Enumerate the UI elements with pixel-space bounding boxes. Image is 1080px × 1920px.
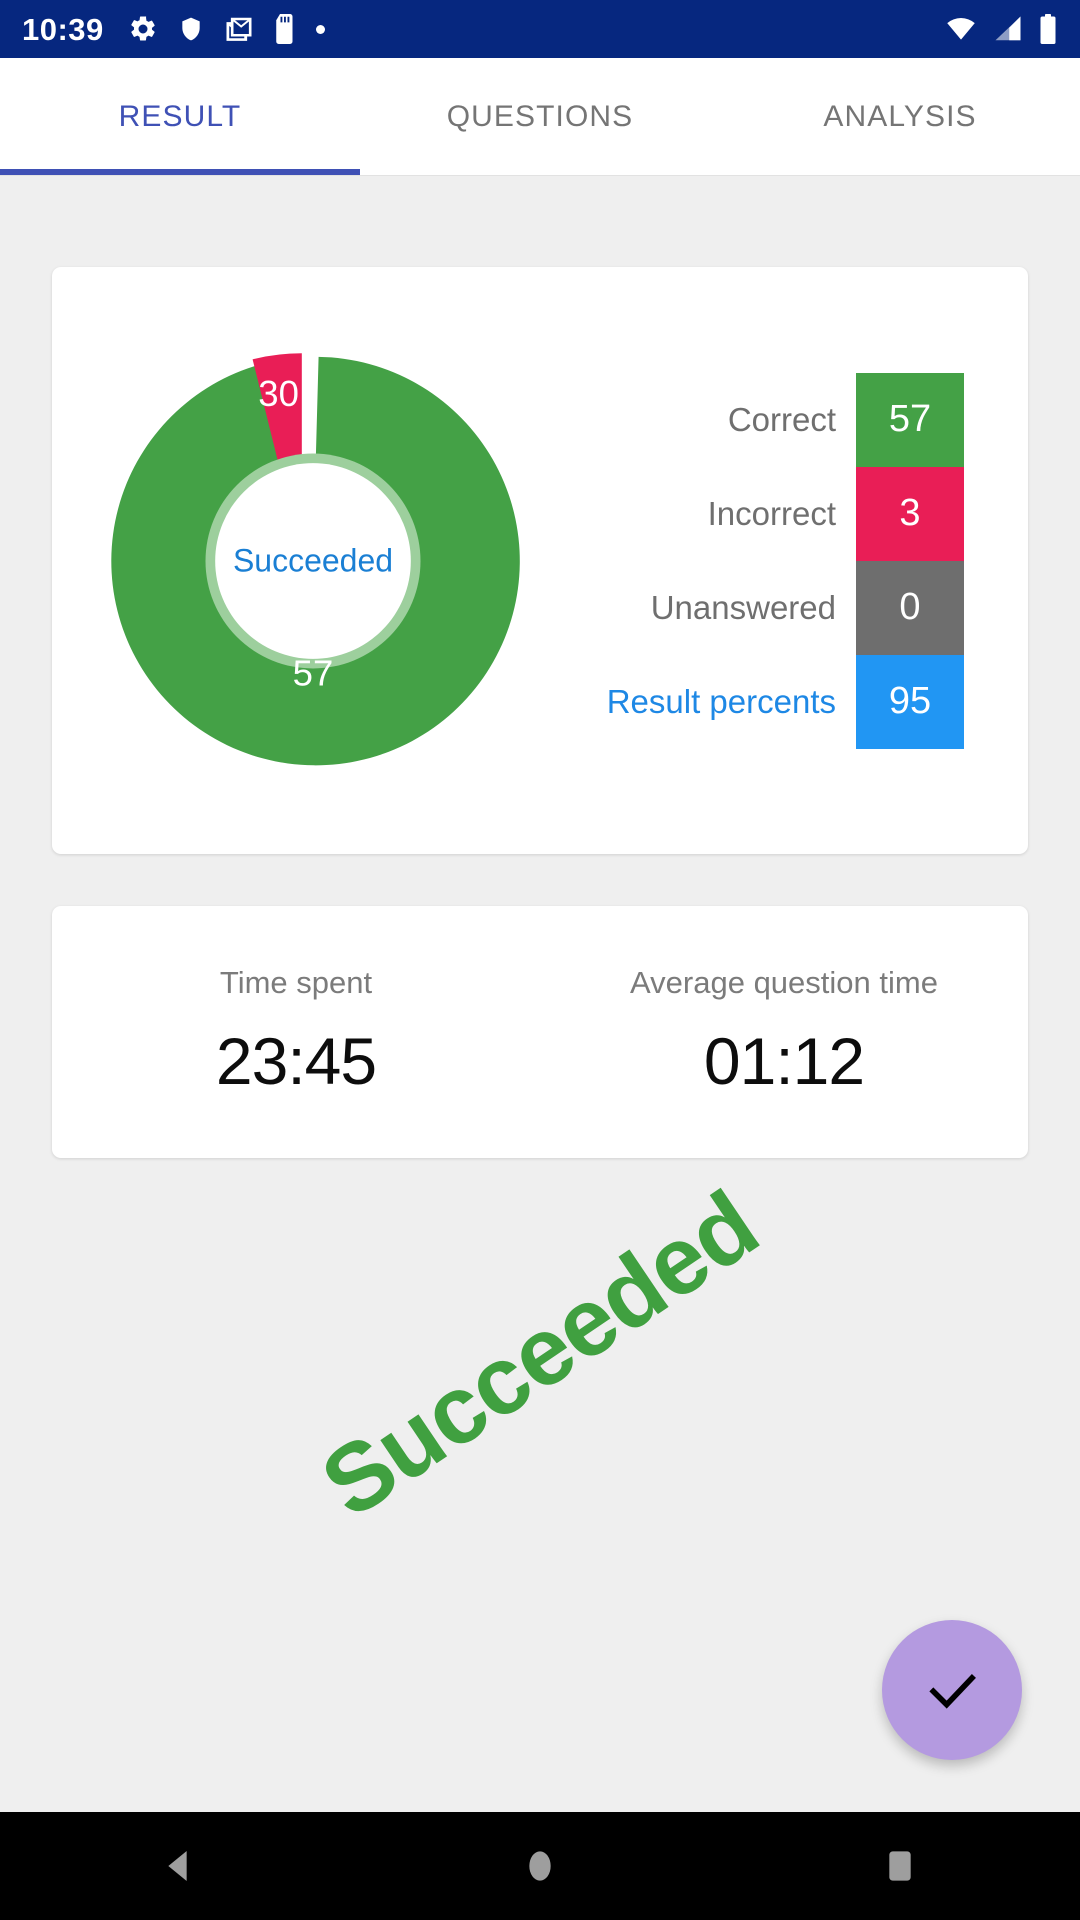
gmail-icon <box>226 17 252 41</box>
home-icon <box>529 1851 551 1881</box>
legend-value-unanswered: 0 <box>856 560 964 655</box>
tab-result[interactable]: RESULT <box>0 58 360 175</box>
donut-hole <box>215 462 411 659</box>
legend-label-correct: Correct <box>727 400 836 438</box>
status-bar-clock: 10:39 <box>22 11 104 47</box>
result-watermark: Succeeded <box>0 1171 1080 1538</box>
tab-analysis[interactable]: ANALYSIS <box>720 58 1080 175</box>
donut-label-incorrect: 30 <box>258 373 299 414</box>
time-spent-label: Time spent <box>219 965 373 1000</box>
status-bar-notification-icons <box>128 14 325 44</box>
nav-home-button[interactable] <box>450 1812 630 1920</box>
check-icon <box>929 1674 976 1709</box>
status-bar-system-icons <box>944 14 1058 44</box>
tab-result-label: RESULT <box>118 99 242 133</box>
time-summary-card: Time spent 23:45 Average question time 0… <box>52 906 1028 1158</box>
average-question-time-column: Average question time 01:12 <box>540 906 1028 1158</box>
legend-label-unanswered: Unanswered <box>650 588 836 626</box>
tab-bar: RESULT QUESTIONS ANALYSIS <box>0 58 1080 176</box>
legend-label-result-percents: Result percents <box>606 682 836 720</box>
nav-back-button[interactable] <box>90 1812 270 1920</box>
shield-icon <box>182 17 200 41</box>
result-legend: Correct 57 Incorrect 3 Unanswered 0 Resu… <box>538 372 964 749</box>
gear-icon <box>131 16 155 41</box>
status-bar: 10:39 <box>0 0 1080 58</box>
time-spent-value: 23:45 <box>215 1024 377 1098</box>
legend-row-incorrect: Incorrect 3 <box>538 466 964 561</box>
confirm-fab-button[interactable] <box>882 1620 1022 1760</box>
dot-icon <box>315 24 325 34</box>
time-spent-column: Time spent 23:45 <box>52 906 540 1158</box>
legend-row-correct: Correct 57 <box>538 372 964 467</box>
nav-recents-button[interactable] <box>810 1812 990 1920</box>
average-question-time-value: 01:12 <box>703 1024 865 1098</box>
sd-card-icon <box>276 14 293 44</box>
tab-active-indicator <box>0 169 360 175</box>
wifi-icon <box>947 18 975 40</box>
legend-value-result-percents: 95 <box>856 654 964 749</box>
battery-icon <box>1040 14 1056 44</box>
result-summary-card: 57 30 Succeeded Correct 57 Incorrect 3 U… <box>52 267 1028 854</box>
android-navigation-bar <box>0 1812 1080 1920</box>
result-donut-chart: 57 30 Succeeded <box>98 346 528 776</box>
recents-icon <box>889 1851 911 1881</box>
tab-questions[interactable]: QUESTIONS <box>360 58 720 175</box>
legend-value-correct: 57 <box>856 372 964 467</box>
tab-analysis-label: ANALYSIS <box>823 99 977 133</box>
cellular-signal-icon <box>995 16 1021 41</box>
result-watermark-text: Succeeded <box>303 1171 777 1539</box>
donut-chart-svg: 57 30 <box>111 352 520 765</box>
average-question-time-label: Average question time <box>630 965 938 1000</box>
legend-row-result-percents: Result percents 95 <box>538 654 964 749</box>
back-icon <box>168 1851 187 1881</box>
legend-value-incorrect: 3 <box>856 466 964 561</box>
legend-label-incorrect: Incorrect <box>707 494 836 532</box>
donut-label-correct: 57 <box>293 652 334 693</box>
tab-questions-label: QUESTIONS <box>446 99 634 133</box>
legend-row-unanswered: Unanswered 0 <box>538 560 964 655</box>
